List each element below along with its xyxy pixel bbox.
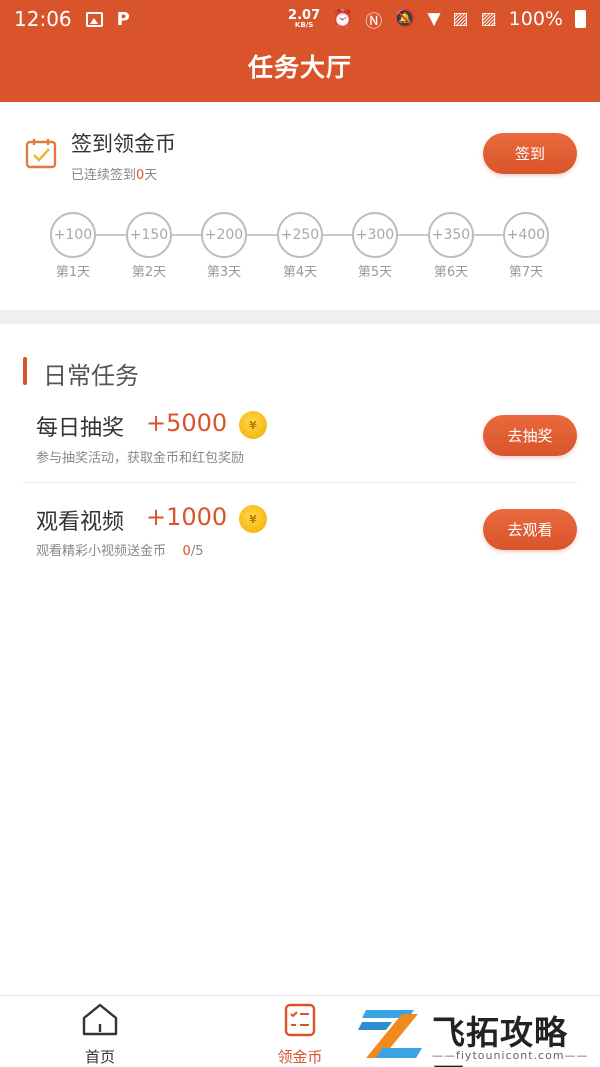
home-icon xyxy=(82,1003,118,1036)
calendar-check-icon xyxy=(25,139,57,169)
status-bar: 12:06 P 2.07 KB/S ⏰ Ⓝ 🔕 ▼ ▨ ▨ 100% xyxy=(0,0,600,38)
task-reward-video: +1000 xyxy=(146,503,228,531)
watermark-subtext: ——fiytounicont.com—— xyxy=(432,1049,589,1062)
battery-icon xyxy=(575,10,586,28)
coin-icon: ¥ xyxy=(239,411,267,439)
task-name-video: 观看视频 xyxy=(36,510,125,535)
status-time: 12:06 xyxy=(14,7,72,31)
no-sim-icon: ▨ xyxy=(452,9,469,29)
alarm-icon: ⏰ xyxy=(332,9,354,29)
day-1: +100 第1天 xyxy=(41,212,105,280)
wifi-icon: ▼ xyxy=(427,9,441,29)
day-4: +250 第4天 xyxy=(268,212,332,280)
task-divider xyxy=(23,482,577,483)
task-list-icon xyxy=(284,1003,316,1037)
go-watch-button[interactable]: 去观看 xyxy=(483,509,577,550)
nav-earn-coins-label: 领金币 xyxy=(277,1048,323,1066)
coin-icon: ¥ xyxy=(239,505,267,533)
watermark-logo xyxy=(358,1010,422,1058)
page-title: 任务大厅 xyxy=(247,53,352,82)
signin-streak: 已连续签到0天 xyxy=(71,168,158,183)
section-accent-bar xyxy=(23,357,27,385)
battery-level: 100% xyxy=(508,8,563,30)
daily-tasks-title: 日常任务 xyxy=(43,362,139,390)
signin-button[interactable]: 签到 xyxy=(483,133,577,174)
nav-earn-coins[interactable]: 领金币 xyxy=(250,1000,350,1067)
task-desc-lottery: 参与抽奖活动，获取金币和红包奖励 xyxy=(36,451,245,466)
parking-icon: P xyxy=(116,8,130,30)
nfc-icon: Ⓝ xyxy=(365,11,383,32)
top-bar: 12:06 P 2.07 KB/S ⏰ Ⓝ 🔕 ▼ ▨ ▨ 100% 任务大厅 xyxy=(0,0,600,102)
mute-icon: 🔕 xyxy=(394,9,416,29)
go-lottery-button[interactable]: 去抽奖 xyxy=(483,415,577,456)
signin-title: 签到领金币 xyxy=(71,132,176,156)
task-name-lottery: 每日抽奖 xyxy=(36,416,125,441)
nav-home[interactable]: 首页 xyxy=(50,1000,150,1067)
nav-home-label: 首页 xyxy=(84,1048,115,1066)
no-sim2-icon: ▨ xyxy=(480,9,497,29)
day-2: +150 第2天 xyxy=(117,212,181,280)
day-3: +200 第3天 xyxy=(192,212,256,280)
gallery-icon xyxy=(85,11,103,27)
day-7: +400 第7天 xyxy=(494,212,558,280)
task-reward-lottery: +5000 xyxy=(146,409,228,437)
day-6: +350 第6天 xyxy=(419,212,483,280)
task-desc-video: 观看精彩小视频送金币 0/5 xyxy=(36,544,204,559)
section-divider xyxy=(0,310,600,324)
day-5: +300 第5天 xyxy=(343,212,407,280)
net-speed: 2.07 KB/S xyxy=(288,8,321,29)
